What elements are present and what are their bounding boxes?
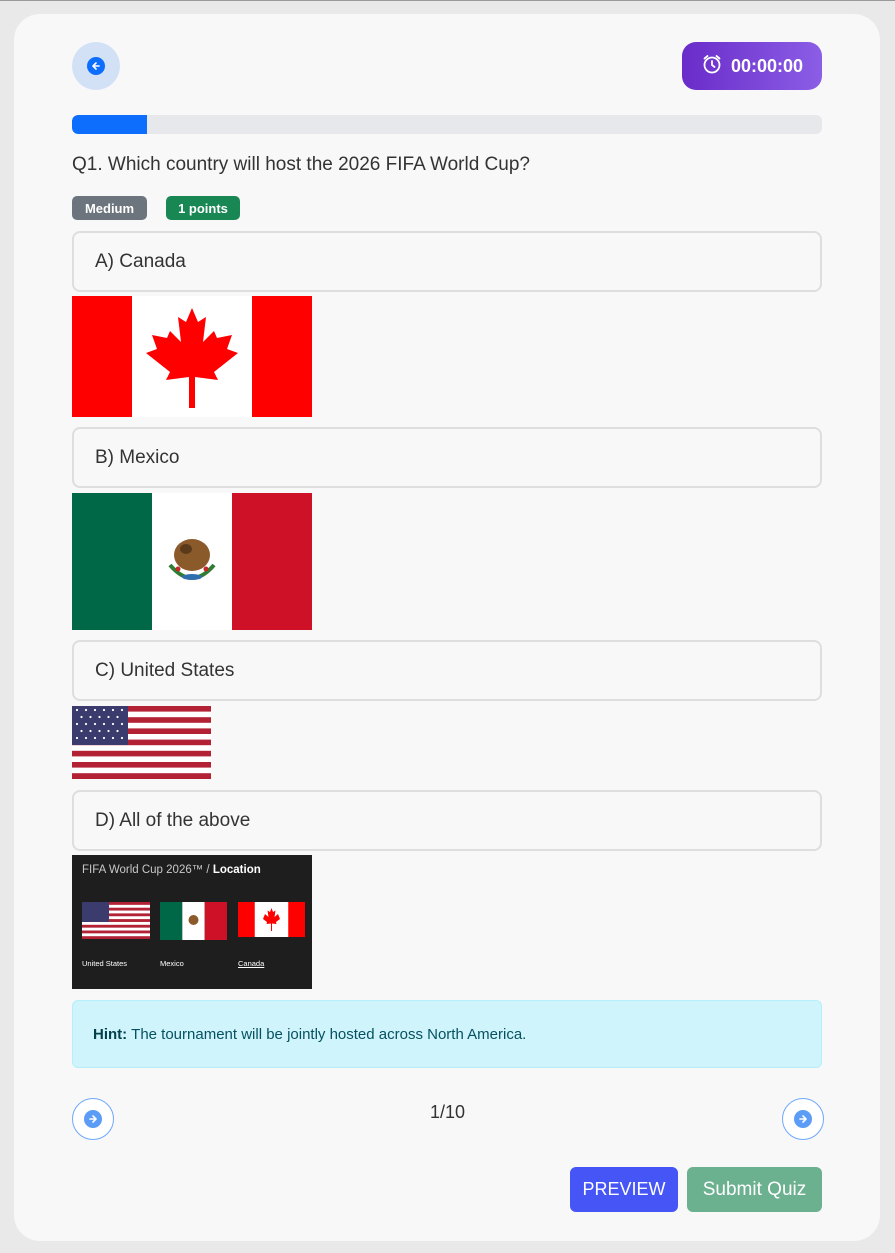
progress-fill — [72, 115, 147, 134]
option-label: B) Mexico — [95, 446, 180, 468]
next-question-button[interactable] — [782, 1098, 824, 1140]
window-top-border — [0, 0, 895, 1]
caption-mexico: Mexico — [160, 959, 184, 968]
timer-value: 00:00:00 — [730, 55, 804, 76]
arrow-right-circle-icon — [84, 1110, 102, 1128]
previous-question-button[interactable] — [72, 1098, 114, 1140]
option-label: D) All of the above — [95, 809, 251, 831]
points-badge: 1 points — [166, 196, 240, 220]
usa-flag — [72, 706, 211, 779]
option-c[interactable]: C) United States — [72, 640, 822, 701]
question-text: Q1. Which country will host the 2026 FIF… — [72, 154, 530, 175]
submit-quiz-button[interactable]: Submit Quiz — [687, 1167, 822, 1212]
hosts-image-title: FIFA World Cup 2026™ / Location — [82, 864, 261, 876]
world-cup-hosts-image: FIFA World Cup 2026™ / Location United S… — [72, 855, 312, 989]
canada-flag — [72, 296, 312, 417]
option-label: A) Canada — [95, 250, 186, 272]
arrow-left-circle-icon — [87, 57, 105, 75]
arrow-right-circle-icon — [794, 1110, 812, 1128]
difficulty-badge: Medium — [72, 196, 147, 220]
quiz-progress-bar — [72, 115, 822, 134]
option-label: C) United States — [95, 659, 235, 681]
back-button[interactable] — [72, 42, 120, 90]
canada-flag-small — [238, 902, 305, 937]
question-counter: 1/10 — [429, 1102, 466, 1122]
preview-button[interactable]: PREVIEW — [570, 1167, 678, 1212]
hint-label: Hint: — [93, 1025, 128, 1043]
mexico-flag — [72, 493, 312, 630]
option-b[interactable]: B) Mexico — [72, 427, 822, 488]
hint-text: The tournament will be jointly hosted ac… — [131, 1025, 527, 1043]
option-a[interactable]: A) Canada — [72, 231, 822, 292]
option-d[interactable]: D) All of the above — [72, 790, 822, 851]
timer-badge: 00:00:00 — [682, 42, 822, 90]
usa-flag-small — [82, 902, 150, 939]
hint-box: Hint: The tournament will be jointly hos… — [72, 1000, 822, 1068]
caption-united-states: United States — [82, 959, 128, 968]
caption-canada: Canada — [238, 959, 265, 968]
mexico-flag-small — [160, 902, 227, 940]
alarm-clock-icon — [701, 53, 723, 80]
